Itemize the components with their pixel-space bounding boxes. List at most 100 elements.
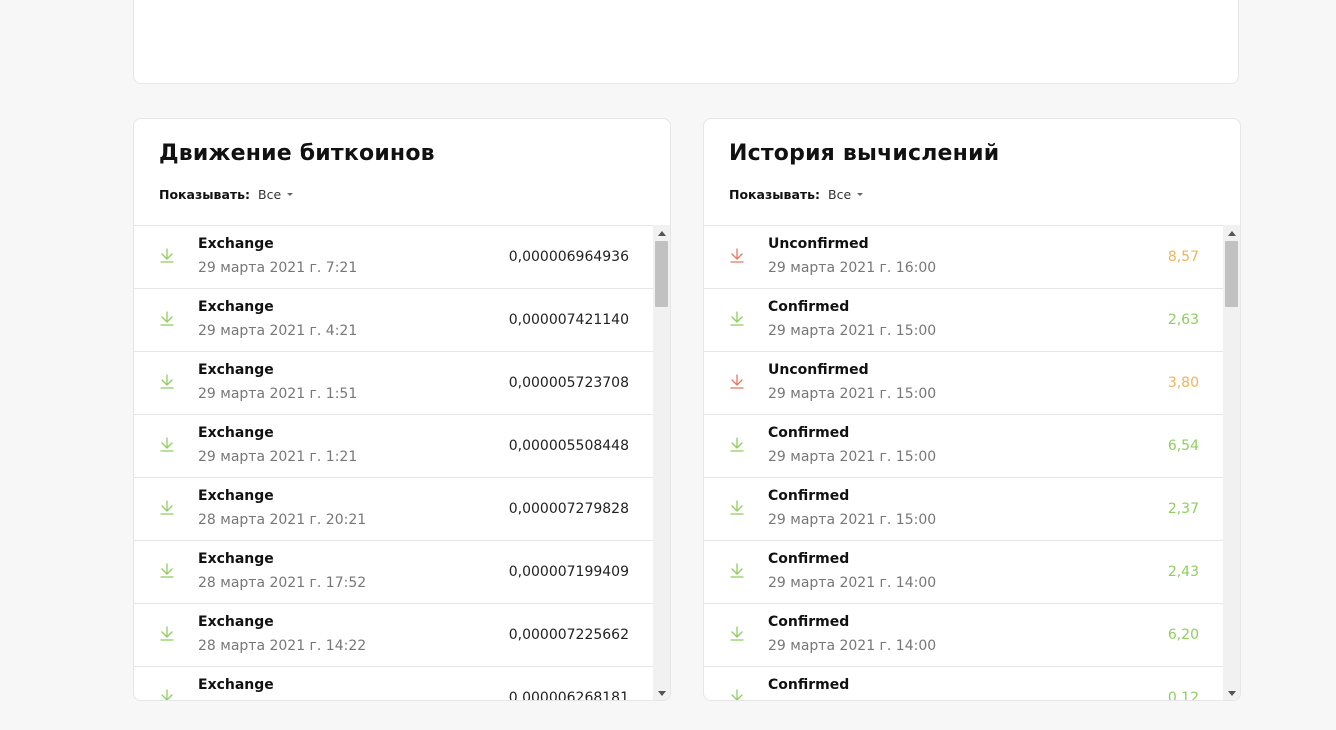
scroll-up-arrow-icon[interactable]: [653, 226, 670, 240]
list-item[interactable]: Confirmed 29 марта 2021 г. 14:00 6,20: [704, 604, 1224, 667]
list-item[interactable]: Exchange 29 марта 2021 г. 7:21 0,000006964…: [134, 226, 654, 289]
list-item[interactable]: Confirmed 29 марта 2021 г. 15:00 6,54: [704, 415, 1224, 478]
download-arrow-icon: [730, 626, 744, 641]
scrollbar[interactable]: [1223, 225, 1240, 700]
row-amount: 6,54: [1167, 438, 1199, 454]
scrollbar-thumb[interactable]: [1225, 241, 1238, 307]
computation-history-panel: История вычислений Показывать: Все Uncon…: [703, 118, 1241, 701]
row-title: Unconfirmed: [768, 362, 869, 378]
list-item[interactable]: Confirmed 29 марта 2021 г. 15:00 2,63: [704, 289, 1224, 352]
filter-label: Показывать:: [159, 187, 251, 202]
row-amount: 0,000005508448: [508, 438, 629, 454]
download-arrow-icon: [730, 437, 744, 452]
scroll-down-arrow-icon[interactable]: [1223, 686, 1240, 700]
row-title: Exchange: [198, 488, 274, 504]
row-title: Confirmed: [768, 425, 850, 441]
download-arrow-icon: [730, 311, 744, 326]
row-date: 29 марта 2021 г. 4:21: [198, 323, 358, 339]
row-amount: 0,000006964936: [508, 249, 629, 265]
filter-value: Все: [828, 187, 852, 202]
row-date: 29 марта 2021 г. 1:51: [198, 386, 358, 402]
row-date: 29 марта 2021 г. 15:00: [768, 449, 937, 465]
row-title: Exchange: [198, 362, 274, 378]
list-item[interactable]: Exchange 29 марта 2021 г. 4:21 0,000007421…: [134, 289, 654, 352]
download-arrow-icon: [161, 689, 173, 700]
row-amount: 0,000007279828: [508, 501, 629, 517]
row-amount: 2,63: [1167, 312, 1199, 328]
row-date: 28 марта 2021 г. 14:22: [198, 638, 367, 654]
download-arrow-icon: [730, 563, 744, 578]
list-item[interactable]: Confirmed 29 марта 2021 г. 14:00 2,43: [704, 541, 1224, 604]
list-item[interactable]: Unconfirmed 29 марта 2021 г. 15:00 3,80: [704, 352, 1224, 415]
scroll-up-arrow-icon[interactable]: [1223, 226, 1240, 240]
scrollbar[interactable]: [653, 225, 670, 700]
row-date: 29 марта 2021 г. 14:00: [768, 638, 937, 654]
row-title: Exchange: [198, 236, 274, 252]
list-item[interactable]: Exchange 29 марта 2021 г. 1:51 0,000005723…: [134, 352, 654, 415]
filter: Показывать: Все: [729, 187, 864, 202]
row-title: Unconfirmed: [768, 236, 869, 252]
row-amount: 0,000007225662: [508, 627, 629, 643]
row-title: Exchange: [198, 677, 274, 693]
row-date: 28 марта 2021 г. 17:52: [198, 575, 367, 591]
row-amount: 0,000007199409: [508, 564, 629, 580]
row-title: Confirmed: [768, 614, 850, 630]
scroll-down-arrow-icon[interactable]: [653, 686, 670, 700]
row-date: 29 марта 2021 г. 1:21: [198, 449, 358, 465]
list-item[interactable]: Confirmed 29 марта 2021 г. 15:00 2,37: [704, 478, 1224, 541]
row-date: 29 марта 2021 г. 15:00: [768, 386, 937, 402]
download-arrow-icon: [160, 374, 174, 389]
row-title: Confirmed: [768, 488, 850, 504]
list-item[interactable]: Exchange 29 марта 2021 г. 1:21 0,000005508…: [134, 415, 654, 478]
row-date: 29 марта 2021 г. 16:00: [768, 260, 937, 276]
row-amount: 8,57: [1167, 249, 1199, 265]
top-card: [133, 0, 1239, 84]
row-date: 28 марта 2021 г. 20:21: [198, 512, 367, 528]
transactions-list[interactable]: Exchange 29 марта 2021 г. 7:21 0,000006964…: [134, 225, 654, 701]
download-arrow-icon: [731, 689, 743, 700]
filter-value: Все: [258, 187, 282, 202]
download-arrow-icon: [160, 563, 174, 578]
row-amount: 0,000007421140: [508, 312, 629, 328]
list-item[interactable]: Exchange 0,000006268181: [134, 667, 654, 701]
download-arrow-icon: [730, 248, 744, 263]
list-item[interactable]: Exchange 28 марта 2021 г. 14:22 0,00000722…: [134, 604, 654, 667]
panel-title: История вычислений: [729, 141, 1000, 166]
row-date: 29 марта 2021 г. 15:00: [768, 323, 937, 339]
download-arrow-icon: [160, 248, 174, 263]
download-arrow-icon: [730, 374, 744, 389]
row-date: 29 марта 2021 г. 14:00: [768, 575, 937, 591]
row-amount: 0,000006268181: [508, 690, 629, 701]
row-amount: 2,37: [1167, 501, 1199, 517]
row-amount: 6,20: [1167, 627, 1199, 643]
row-amount: 2,43: [1167, 564, 1199, 580]
row-title: Exchange: [198, 425, 274, 441]
row-date: 29 марта 2021 г. 7:21: [198, 260, 358, 276]
filter: Показывать: Все: [159, 187, 294, 202]
row-title: Exchange: [198, 299, 274, 315]
row-title: Exchange: [198, 551, 274, 567]
chevron-down-icon: [857, 193, 864, 196]
download-arrow-icon: [160, 626, 174, 641]
row-title: Confirmed: [768, 677, 850, 693]
row-title: Confirmed: [768, 299, 850, 315]
list-item[interactable]: Unconfirmed 29 марта 2021 г. 16:00 8,57: [704, 226, 1224, 289]
row-title: Exchange: [198, 614, 274, 630]
filter-label: Показывать:: [729, 187, 821, 202]
download-arrow-icon: [730, 500, 744, 515]
row-date: 29 марта 2021 г. 15:00: [768, 512, 937, 528]
list-item[interactable]: Confirmed 0,12: [704, 667, 1224, 701]
history-list[interactable]: Unconfirmed 29 марта 2021 г. 16:00 8,57 Con…: [704, 225, 1224, 701]
chevron-down-icon: [287, 193, 294, 196]
list-item[interactable]: Exchange 28 марта 2021 г. 20:21 0,00000727…: [134, 478, 654, 541]
scrollbar-thumb[interactable]: [655, 241, 668, 307]
row-title: Confirmed: [768, 551, 850, 567]
filter-select[interactable]: Все: [828, 187, 864, 202]
panel-title: Движение биткоинов: [159, 141, 435, 166]
row-amount: 3,80: [1167, 375, 1199, 391]
bitcoin-movements-panel: Движение биткоинов Показывать: Все Excha…: [133, 118, 671, 701]
list-item[interactable]: Exchange 28 марта 2021 г. 17:52 0,00000719…: [134, 541, 654, 604]
row-amount: 0,000005723708: [508, 375, 629, 391]
row-amount: 0,12: [1167, 690, 1199, 701]
filter-select[interactable]: Все: [258, 187, 294, 202]
